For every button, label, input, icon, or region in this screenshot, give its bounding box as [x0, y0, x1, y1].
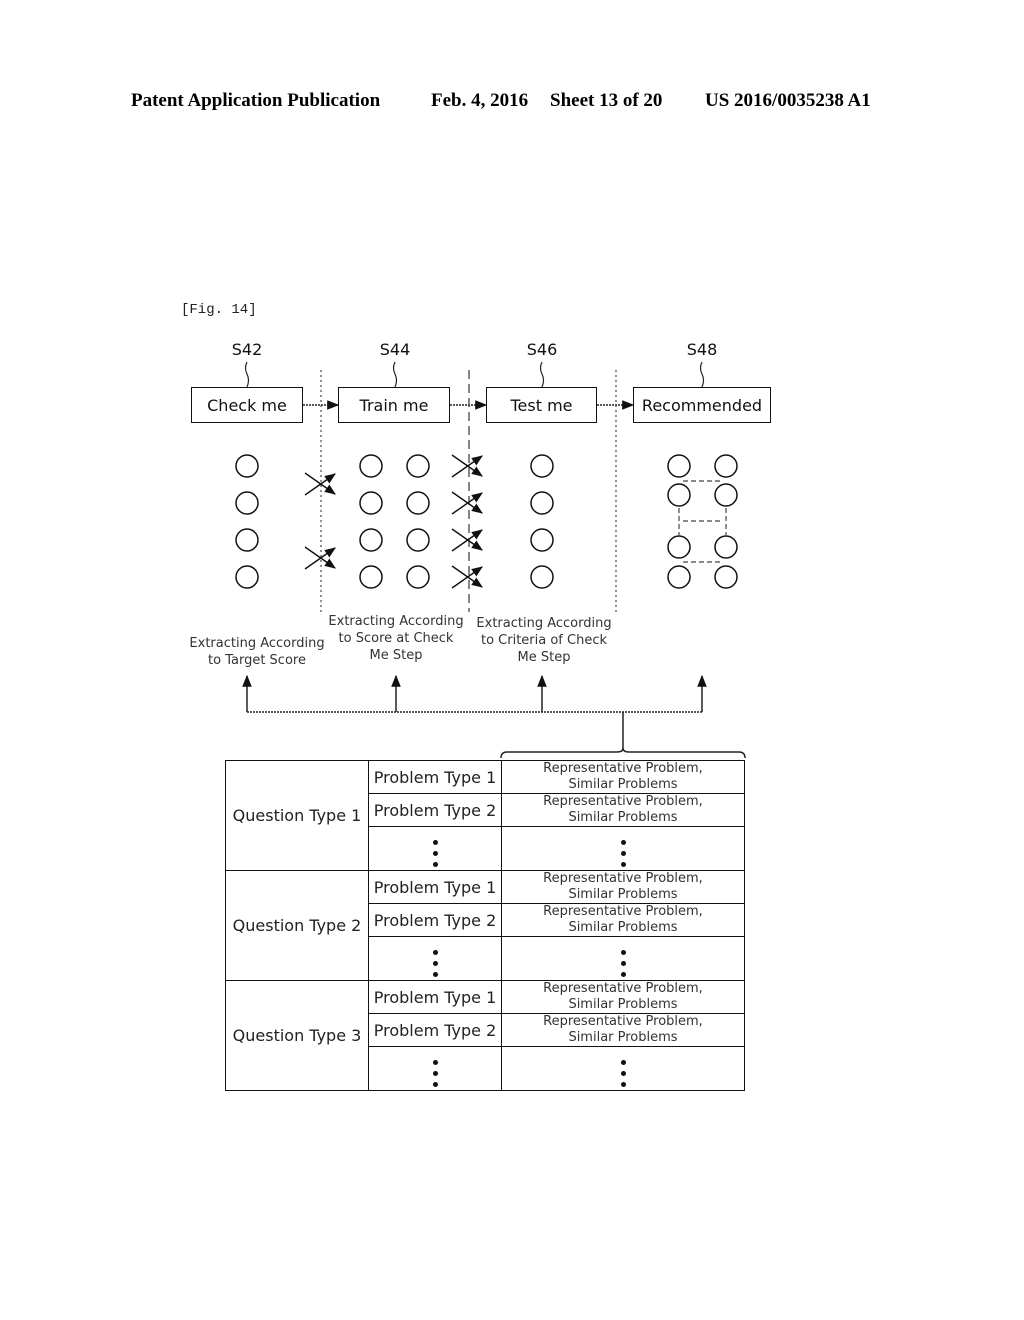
caption-line: Extracting According [328, 614, 464, 629]
caption-line: Extracting According [476, 616, 612, 631]
problem-type-cell: Problem Type 1 [368, 870, 502, 904]
cell-line: Similar Problems [568, 810, 678, 825]
question-type-table: Question Type 1 Problem Type 1 Representat… [225, 760, 745, 1091]
representative-problem-cell: Representative Problem, Similar Problems [501, 793, 745, 827]
leader-s46 [539, 361, 545, 388]
item-circle [714, 535, 738, 559]
caption-line: to Score at Check [338, 631, 454, 646]
crossing-arrows-icon [451, 528, 483, 552]
crossing-arrows-icon [451, 565, 483, 589]
caption-line: to Criteria of Check [480, 633, 608, 648]
vertical-ellipsis-icon [620, 840, 626, 867]
item-circle [406, 565, 430, 589]
item-circle [530, 491, 554, 515]
step-id-s44: S44 [379, 340, 411, 359]
crossing-arrows-icon [304, 472, 336, 496]
problem-type-cell: Problem Type 2 [368, 1013, 502, 1047]
vertical-ellipsis-icon [432, 1060, 438, 1087]
table-row: Question Type 1 Problem Type 1 Representat… [225, 760, 745, 871]
item-circle [359, 491, 383, 515]
step-id-s48: S48 [686, 340, 718, 359]
cell-line: Similar Problems [568, 887, 678, 902]
cell-line: Similar Problems [568, 1030, 678, 1045]
item-circle [235, 565, 259, 589]
representative-problem-cell: Representative Problem, Similar Problems [501, 1013, 745, 1047]
item-circle [530, 454, 554, 478]
item-circle [714, 565, 738, 589]
vertical-ellipsis-cell [501, 936, 745, 981]
caption-line: Me Step [369, 648, 423, 663]
question-type-cell: Question Type 2 [225, 870, 369, 981]
item-circle [530, 528, 554, 552]
cell-line: Representative Problem, [543, 761, 703, 776]
vertical-ellipsis-icon [432, 950, 438, 977]
crossing-arrows-icon [451, 491, 483, 515]
problem-type-cell: Problem Type 1 [368, 760, 502, 794]
vertical-ellipsis-cell [368, 1046, 502, 1091]
representative-problem-cell: Representative Problem, Similar Problems [501, 760, 745, 794]
cell-line: Representative Problem, [543, 904, 703, 919]
caption-line: Extracting According [189, 636, 325, 651]
vertical-ellipsis-cell [501, 1046, 745, 1091]
cell-line: Representative Problem, [543, 794, 703, 809]
step-box-train-me: Train me [338, 387, 450, 423]
cell-line: Similar Problems [568, 920, 678, 935]
caption-line: to Target Score [208, 653, 306, 668]
item-circle [235, 528, 259, 552]
item-circle [359, 454, 383, 478]
vertical-ellipsis-cell [368, 936, 502, 981]
item-circle [667, 565, 691, 589]
problem-type-cell: Problem Type 2 [368, 793, 502, 827]
question-type-cell: Question Type 3 [225, 980, 369, 1091]
leader-s48 [699, 361, 705, 388]
brace [500, 747, 746, 759]
vertical-ellipsis-cell [501, 826, 745, 871]
representative-problem-cell: Representative Problem, Similar Problems [501, 903, 745, 937]
item-circle [714, 454, 738, 478]
item-circle [406, 491, 430, 515]
cell-line: Representative Problem, [543, 981, 703, 996]
vertical-ellipsis-icon [620, 1060, 626, 1087]
cell-line: Similar Problems [568, 997, 678, 1012]
cell-line: Representative Problem, [543, 871, 703, 886]
table-row: Question Type 3 Problem Type 1 Representat… [225, 980, 745, 1091]
table-row: Question Type 2 Problem Type 1 Representat… [225, 870, 745, 981]
crossing-arrows-icon [451, 454, 483, 478]
item-circle [359, 528, 383, 552]
vertical-ellipsis-cell [368, 826, 502, 871]
leader-s42 [244, 361, 250, 388]
caption-criteria-check-me: Extracting According to Criteria of Chec… [476, 615, 611, 666]
vertical-ellipsis-icon [620, 950, 626, 977]
item-circle [235, 454, 259, 478]
cell-line: Similar Problems [568, 777, 678, 792]
item-circle [406, 528, 430, 552]
leader-s44 [392, 361, 398, 388]
item-circle [714, 483, 738, 507]
step-box-test-me: Test me [486, 387, 597, 423]
problem-type-cell: Problem Type 1 [368, 980, 502, 1014]
item-circle [667, 535, 691, 559]
step-id-s46: S46 [526, 340, 558, 359]
question-type-cell: Question Type 1 [225, 760, 369, 871]
item-circle [667, 454, 691, 478]
vertical-ellipsis-icon [432, 840, 438, 867]
caption-score-check-me: Extracting According to Score at Check M… [328, 613, 463, 664]
representative-problem-cell: Representative Problem, Similar Problems [501, 870, 745, 904]
caption-target-score: Extracting According to Target Score [189, 635, 324, 669]
crossing-arrows-icon [304, 546, 336, 570]
step-box-recommended: Recommended [633, 387, 771, 423]
cell-line: Representative Problem, [543, 1014, 703, 1029]
representative-problem-cell: Representative Problem, Similar Problems [501, 980, 745, 1014]
problem-type-cell: Problem Type 2 [368, 903, 502, 937]
item-circle [235, 491, 259, 515]
item-circle [530, 565, 554, 589]
item-circle [359, 565, 383, 589]
item-circle [667, 483, 691, 507]
step-box-check-me: Check me [191, 387, 303, 423]
step-id-s42: S42 [231, 340, 263, 359]
caption-line: Me Step [517, 650, 571, 665]
item-circle [406, 454, 430, 478]
